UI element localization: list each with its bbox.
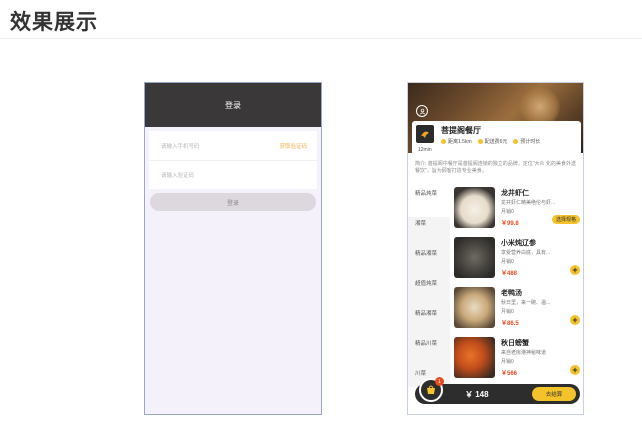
shop-intro: 简介: 菩提阁中餐厅是菩提阁连锁的独立的品牌，定位"大众 化的美食外送餐饮"，旨… [415, 161, 576, 174]
category-item[interactable]: 超值炖菜 [408, 277, 450, 307]
cart-total: ￥ 148 [465, 390, 489, 399]
add-to-cart-button[interactable]: + [570, 265, 580, 275]
category-item[interactable]: 湘菜 [408, 217, 450, 247]
dish-price: ￥99.8 [501, 221, 519, 227]
cart-bar: 1 ￥ 148 去结算 [415, 377, 580, 404]
dish-price: ￥488 [501, 271, 518, 277]
delivery-icon [477, 139, 483, 144]
time-label: 预计时长 [520, 139, 541, 145]
dish-name: 小米炖辽参 [501, 240, 536, 247]
code-placeholder: 请输入验证码 [161, 173, 195, 179]
dish-desc: 享受营养白底，具有... [501, 250, 551, 256]
dish-image [454, 287, 495, 328]
dish-sales: 月销0 [501, 259, 514, 265]
distance-text: 距离1.5km [448, 139, 472, 145]
login-form: 请输入手机号码 获取验证码 请输入验证码 [149, 131, 317, 189]
distance-stat: 距离1.5km [441, 138, 472, 145]
get-code-link[interactable]: 获取验证码 [279, 142, 307, 150]
category-item[interactable]: 精品川菜 [408, 337, 450, 367]
time-value: 12min [418, 147, 432, 153]
login-header: 登录 [145, 83, 321, 127]
dish-sales: 月销0 [501, 209, 514, 215]
menu-area: 精品炖菜 湘菜 精品湘菜 超值炖菜 精品湘菜 精品川菜 川菜 龙井虾仁 龙井虾仁… [408, 187, 583, 387]
page-title: 效果展示 [10, 11, 98, 34]
dish-desc: 龙井虾仁精美绝伦与虾... [501, 200, 556, 206]
clock-icon [513, 139, 519, 144]
dish-desc: 来自老房港神秘味道 [501, 350, 547, 356]
dish-image [454, 237, 495, 278]
shop-logo-icon [416, 125, 434, 143]
dish-item[interactable]: 小米炖辽参 享受营养白底，具有... 月销0 ￥488 + [454, 237, 582, 287]
category-sidebar: 精品炖菜 湘菜 精品湘菜 超值炖菜 精品湘菜 精品川菜 川菜 [408, 187, 450, 387]
shop-stats: 距离1.5km 配送费6元 预计时长 [441, 138, 579, 145]
delivery-fee-stat: 配送费6元 [477, 138, 508, 145]
code-field[interactable]: 请输入验证码 [149, 160, 317, 189]
dish-image [454, 337, 495, 378]
login-phone-screen: 登录 请输入手机号码 获取验证码 请输入验证码 登录 [144, 82, 322, 415]
dish-item[interactable]: 龙井虾仁 龙井虾仁精美绝伦与虾... 月销0 ￥99.8 选择规格 [454, 187, 582, 237]
phone-placeholder: 请输入手机号码 [161, 143, 200, 150]
checkout-button[interactable]: 去结算 [532, 387, 576, 401]
dish-image [454, 187, 495, 228]
dish-item[interactable]: 秋日螃蟹 来自老房港神秘味道 月销0 ￥566 + [454, 337, 582, 387]
dish-name: 老鸭汤 [501, 290, 522, 297]
dish-price: ￥86.5 [501, 321, 519, 327]
time-stat: 预计时长 [513, 138, 540, 145]
category-item[interactable]: 精品湘菜 [408, 307, 450, 337]
title-divider [0, 38, 642, 39]
add-to-cart-button[interactable]: + [570, 365, 580, 375]
user-icon[interactable] [416, 105, 428, 117]
login-header-title: 登录 [225, 100, 241, 110]
dish-desc: 秋日里，来一碗、温... [501, 300, 551, 306]
shop-info-card: 菩提阁餐厅 距离1.5km 配送费6元 预计时长 12min [412, 121, 581, 155]
cart-count-badge: 1 [435, 377, 444, 386]
add-to-cart-button[interactable]: + [570, 315, 580, 325]
dish-item[interactable]: 老鸭汤 秋日里，来一碗、温... 月销0 ￥86.5 + [454, 287, 582, 337]
dish-sales: 月销0 [501, 309, 514, 315]
dish-name: 龙井虾仁 [501, 190, 529, 197]
delivery-fee-text: 配送费6元 [484, 139, 508, 145]
login-button[interactable]: 登录 [150, 193, 316, 211]
dish-price: ￥566 [501, 371, 518, 377]
phone-field[interactable]: 请输入手机号码 获取验证码 [149, 131, 317, 160]
shop-phone-screen: 菩提阁餐厅 距离1.5km 配送费6元 预计时长 12min 简介: 菩提阁中餐… [407, 82, 584, 415]
cart-icon[interactable]: 1 [419, 377, 444, 402]
category-item[interactable]: 精品炖菜 [408, 187, 450, 217]
dish-sales: 月销0 [501, 359, 514, 365]
category-item[interactable]: 精品湘菜 [408, 247, 450, 277]
shop-name: 菩提阁餐厅 [441, 126, 481, 135]
choose-spec-button[interactable]: 选择规格 [551, 215, 580, 224]
dish-name: 秋日螃蟹 [501, 340, 529, 347]
distance-icon [441, 139, 446, 144]
